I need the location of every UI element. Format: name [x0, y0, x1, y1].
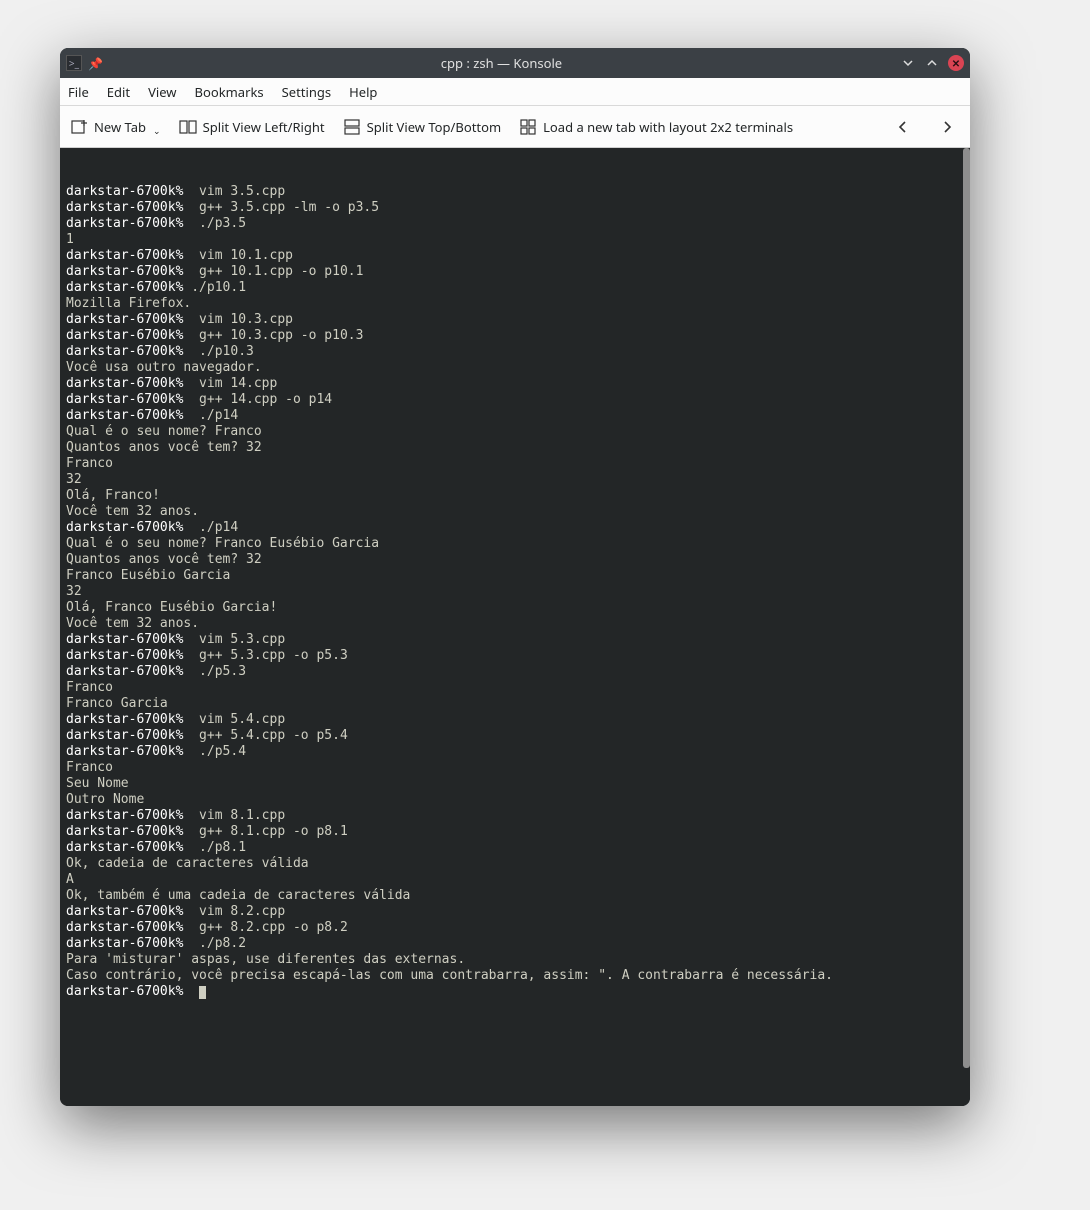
terminal-line: Olá, Franco!	[66, 488, 964, 504]
menubar: File Edit View Bookmarks Settings Help	[60, 78, 970, 106]
terminal-line: 32	[66, 584, 964, 600]
terminal-line: 32	[66, 472, 964, 488]
minimize-button[interactable]	[900, 55, 916, 71]
terminal-output[interactable]: darkstar-6700k% vim 3.5.cppdarkstar-6700…	[60, 148, 970, 1106]
terminal-line: darkstar-6700k% g++ 5.4.cpp -o p5.4	[66, 728, 964, 744]
terminal-line: darkstar-6700k% ./p10.3	[66, 344, 964, 360]
terminal-line: darkstar-6700k% g++ 10.1.cpp -o p10.1	[66, 264, 964, 280]
terminal-line: Ok, também é uma cadeia de caracteres vá…	[66, 888, 964, 904]
terminal-line: darkstar-6700k% g++ 3.5.cpp -lm -o p3.5	[66, 200, 964, 216]
window-controls: ✕	[900, 55, 964, 71]
terminal-line: darkstar-6700k% vim 10.1.cpp	[66, 248, 964, 264]
terminal-line: darkstar-6700k% ./p8.2	[66, 936, 964, 952]
pin-icon[interactable]: 📌	[88, 55, 103, 72]
split-tb-icon	[343, 118, 361, 136]
window-title: cpp : zsh — Konsole	[109, 54, 894, 72]
terminal-line: darkstar-6700k% vim 8.1.cpp	[66, 808, 964, 824]
terminal-line: Ok, cadeia de caracteres válida	[66, 856, 964, 872]
terminal-line: Olá, Franco Eusébio Garcia!	[66, 600, 964, 616]
menu-help[interactable]: Help	[349, 83, 377, 101]
terminal-line: darkstar-6700k% vim 3.5.cpp	[66, 184, 964, 200]
new-tab-label: New Tab	[94, 118, 146, 136]
terminal-line: Outro Nome	[66, 792, 964, 808]
grid-icon	[519, 118, 537, 136]
terminal-line: Franco	[66, 680, 964, 696]
scrollbar[interactable]	[963, 148, 970, 1068]
app-menu-icon[interactable]: >_	[66, 55, 82, 71]
terminal-line: Mozilla Firefox.	[66, 296, 964, 312]
menu-view[interactable]: View	[148, 83, 176, 101]
terminal-line: darkstar-6700k% ./p14	[66, 408, 964, 424]
terminal-line: Quantos anos você tem? 32	[66, 440, 964, 456]
tab-prev-button[interactable]	[890, 120, 916, 134]
terminal-line: Qual é o seu nome? Franco	[66, 424, 964, 440]
terminal-line: darkstar-6700k% g++ 10.3.cpp -o p10.3	[66, 328, 964, 344]
load-layout-label: Load a new tab with layout 2x2 terminals	[543, 118, 793, 136]
toolbar: New Tab ⌄ Split View Left/Right Split Vi…	[60, 106, 970, 148]
terminal-line: darkstar-6700k% vim 8.2.cpp	[66, 904, 964, 920]
split-tb-label: Split View Top/Bottom	[367, 118, 501, 136]
terminal-line: Franco	[66, 456, 964, 472]
terminal-line: darkstar-6700k% ./p5.4	[66, 744, 964, 760]
menu-settings[interactable]: Settings	[282, 83, 331, 101]
konsole-window: >_ 📌 cpp : zsh — Konsole ✕ File Edit Vie…	[60, 48, 970, 1106]
terminal-line: darkstar-6700k% ./p10.1	[66, 280, 964, 296]
terminal-line: 1	[66, 232, 964, 248]
terminal-line: darkstar-6700k% g++ 5.3.cpp -o p5.3	[66, 648, 964, 664]
terminal-line: darkstar-6700k% g++ 8.2.cpp -o p8.2	[66, 920, 964, 936]
terminal-line: darkstar-6700k% g++ 14.cpp -o p14	[66, 392, 964, 408]
titlebar[interactable]: >_ 📌 cpp : zsh — Konsole ✕	[60, 48, 970, 78]
split-lr-icon	[179, 118, 197, 136]
chevron-down-icon[interactable]: ⌄	[153, 124, 161, 137]
menu-bookmarks[interactable]: Bookmarks	[195, 83, 264, 101]
terminal-line: Franco Garcia	[66, 696, 964, 712]
terminal-line: darkstar-6700k%	[66, 984, 964, 1000]
terminal-line: darkstar-6700k% vim 10.3.cpp	[66, 312, 964, 328]
load-layout-button[interactable]: Load a new tab with layout 2x2 terminals	[519, 118, 793, 136]
terminal-line: Para 'misturar' aspas, use diferentes da…	[66, 952, 964, 968]
terminal-line: Você tem 32 anos.	[66, 504, 964, 520]
terminal-line: darkstar-6700k% vim 5.3.cpp	[66, 632, 964, 648]
terminal-line: Você usa outro navegador.	[66, 360, 964, 376]
menu-file[interactable]: File	[68, 83, 89, 101]
terminal-line: Seu Nome	[66, 776, 964, 792]
terminal-line: Franco Eusébio Garcia	[66, 568, 964, 584]
new-tab-button[interactable]: New Tab ⌄	[70, 118, 161, 136]
terminal-line: darkstar-6700k% ./p14	[66, 520, 964, 536]
terminal-line: Qual é o seu nome? Franco Eusébio Garcia	[66, 536, 964, 552]
split-left-right-button[interactable]: Split View Left/Right	[179, 118, 325, 136]
terminal-line: darkstar-6700k% g++ 8.1.cpp -o p8.1	[66, 824, 964, 840]
terminal-line: darkstar-6700k% vim 5.4.cpp	[66, 712, 964, 728]
terminal-line: darkstar-6700k% ./p3.5	[66, 216, 964, 232]
new-tab-icon	[70, 118, 88, 136]
terminal-line: darkstar-6700k% ./p8.1	[66, 840, 964, 856]
tab-next-button[interactable]	[934, 120, 960, 134]
menu-edit[interactable]: Edit	[107, 83, 130, 101]
maximize-button[interactable]	[924, 55, 940, 71]
cursor	[199, 986, 206, 999]
terminal-line: A	[66, 872, 964, 888]
split-lr-label: Split View Left/Right	[203, 118, 325, 136]
terminal-line: darkstar-6700k% vim 14.cpp	[66, 376, 964, 392]
close-button[interactable]: ✕	[948, 55, 964, 71]
split-top-bottom-button[interactable]: Split View Top/Bottom	[343, 118, 501, 136]
terminal-line: Caso contrário, você precisa escapá-las …	[66, 968, 964, 984]
terminal-line: darkstar-6700k% ./p5.3	[66, 664, 964, 680]
terminal-line: Quantos anos você tem? 32	[66, 552, 964, 568]
terminal-line: Você tem 32 anos.	[66, 616, 964, 632]
terminal-line: Franco	[66, 760, 964, 776]
